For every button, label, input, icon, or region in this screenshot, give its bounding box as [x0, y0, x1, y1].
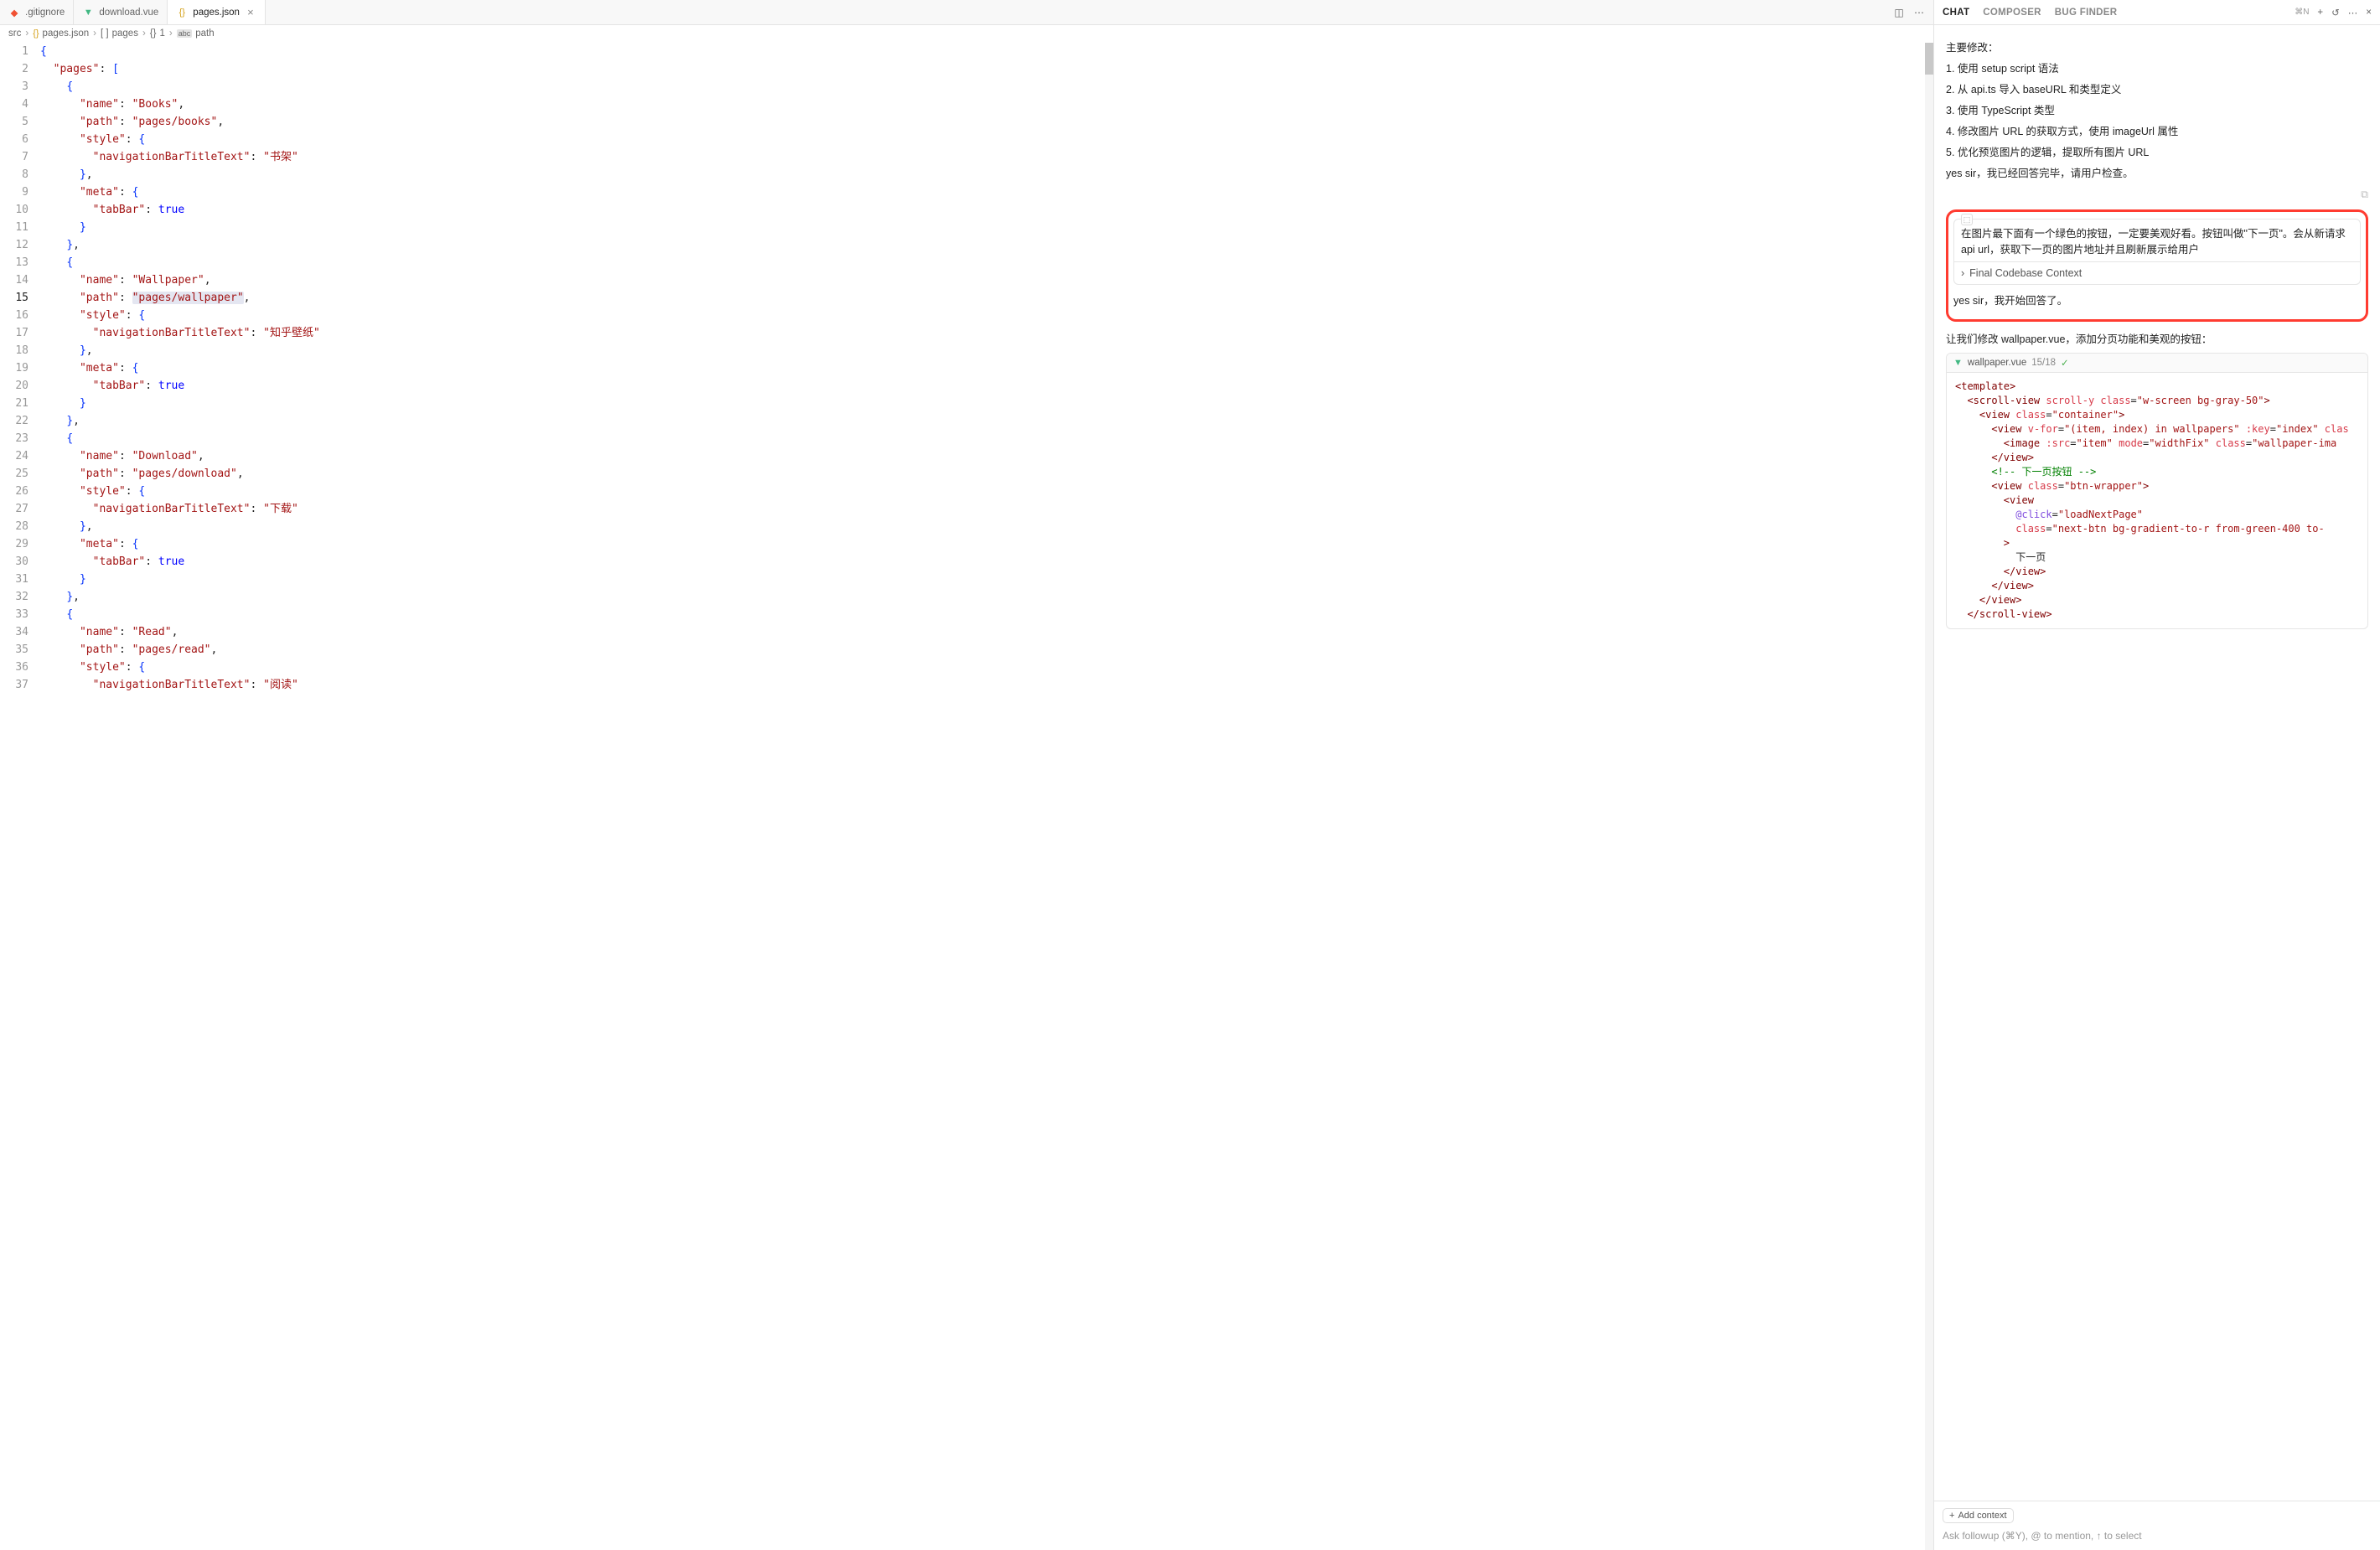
vue-icon: ▼ — [1953, 358, 1963, 368]
tab-download-vue[interactable]: ▼ download.vue — [74, 0, 168, 24]
chevron-right-icon: › — [169, 28, 173, 39]
tab-actions: ◫ ⋯ — [1893, 7, 1933, 18]
chat-tab-composer[interactable]: COMPOSER — [1983, 8, 2041, 18]
tab-label: pages.json — [193, 8, 240, 18]
tab-label: .gitignore — [25, 8, 65, 18]
chat-tabs: CHAT COMPOSER BUG FINDER — [1943, 8, 2117, 18]
chat-text: 5. 优化预览图片的逻辑，提取所有图片 URL — [1946, 143, 2368, 159]
code-block-diff: 15/18 — [2031, 358, 2056, 368]
copy-icon[interactable]: ⧉ — [2361, 189, 2368, 200]
plus-icon: + — [1949, 1511, 1954, 1521]
chat-text: 让我们修改 wallpaper.vue，添加分页功能和美观的按钮： — [1946, 330, 2368, 346]
plus-icon[interactable]: + — [2317, 8, 2323, 18]
chat-pane: CHAT COMPOSER BUG FINDER ⌘N + ↺ ⋯ × 主要修改… — [1934, 0, 2380, 1550]
chat-text: 1. 使用 setup script 语法 — [1946, 59, 2368, 75]
chevron-right-icon: › — [93, 28, 96, 39]
code-editor[interactable]: 1234567891011121314151617181920212223242… — [0, 43, 1933, 1550]
chat-text: yes sir，我已经回答完毕，请用户检查。 — [1946, 164, 2368, 180]
chat-header: CHAT COMPOSER BUG FINDER ⌘N + ↺ ⋯ × — [1934, 0, 2380, 25]
chat-tab-chat[interactable]: CHAT — [1943, 8, 1969, 18]
more-icon[interactable]: ⋯ — [1913, 7, 1925, 18]
chat-text: 2. 从 api.ts 导入 baseURL 和类型定义 — [1946, 80, 2368, 96]
tab-label: download.vue — [99, 8, 158, 18]
code-block-header: ▼ wallpaper.vue 15/18 ✓ — [1947, 354, 2367, 373]
code-content[interactable]: { "pages": [ { "name": "Books", "path": … — [40, 43, 1933, 1550]
user-message-text: 在图片最下面有一个绿色的按钮，一定要美观好看。按钮叫做"下一页"。会从新请求ap… — [1961, 228, 2346, 256]
json-icon: {} — [176, 7, 188, 18]
tab-bar: ◆ .gitignore ▼ download.vue {} pages.jso… — [0, 0, 1933, 25]
minimap-scrollbar[interactable] — [1925, 43, 1933, 1550]
chat-text: 主要修改： — [1946, 39, 2368, 54]
chat-text: yes sir，我开始回答了。 — [1953, 292, 2361, 307]
chevron-right-icon: › — [142, 28, 146, 39]
more-icon[interactable]: ⋯ — [2348, 7, 2358, 18]
breadcrumb-item[interactable]: src — [8, 28, 21, 39]
chat-tab-bugfinder[interactable]: BUG FINDER — [2055, 8, 2118, 18]
breadcrumb-item[interactable]: 1 — [159, 28, 164, 39]
vue-icon: ▼ — [82, 7, 94, 18]
shortcut-label: ⌘N — [2295, 8, 2309, 17]
line-gutter: 1234567891011121314151617181920212223242… — [0, 43, 40, 1550]
chevron-right-icon: › — [1961, 267, 1964, 279]
string-icon: abc — [177, 29, 193, 38]
breadcrumb-item[interactable]: path — [195, 28, 214, 39]
breadcrumb-item[interactable]: pages.json — [43, 28, 90, 39]
breadcrumb-item[interactable]: pages — [112, 28, 138, 39]
code-block: ▼ wallpaper.vue 15/18 ✓ <template> <scro… — [1946, 353, 2368, 629]
breadcrumb[interactable]: src › {} pages.json › [ ] pages › {} 1 ›… — [0, 25, 1933, 43]
chat-body[interactable]: 主要修改： 1. 使用 setup script 语法 2. 从 api.ts … — [1934, 25, 2380, 1501]
chat-input-area: + Add context Ask followup (⌘Y), @ to me… — [1934, 1501, 2380, 1550]
object-icon: {} — [150, 28, 157, 39]
code-block-filename: wallpaper.vue — [1968, 358, 2026, 368]
array-icon: [ ] — [101, 28, 109, 39]
user-message: ⬚ 在图片最下面有一个绿色的按钮，一定要美观好看。按钮叫做"下一页"。会从新请求… — [1953, 219, 2361, 262]
history-icon[interactable]: ↺ — [2331, 7, 2340, 18]
add-context-button[interactable]: + Add context — [1943, 1508, 2014, 1523]
add-context-label: Add context — [1958, 1511, 2006, 1521]
context-label: Final Codebase Context — [1969, 267, 2082, 279]
tab-pages-json[interactable]: {} pages.json × — [168, 0, 266, 24]
git-icon: ◆ — [8, 7, 20, 18]
code-block-body[interactable]: <template> <scroll-view scroll-y class="… — [1947, 373, 2367, 628]
close-icon[interactable]: × — [245, 6, 256, 18]
cursor-icon: ⬚ — [1961, 214, 1973, 225]
editor-pane: ◆ .gitignore ▼ download.vue {} pages.jso… — [0, 0, 1934, 1550]
chat-text: 4. 修改图片 URL 的获取方式，使用 imageUrl 属性 — [1946, 122, 2368, 138]
chat-text: 3. 使用 TypeScript 类型 — [1946, 101, 2368, 117]
context-expander[interactable]: › Final Codebase Context — [1953, 262, 2361, 285]
close-icon[interactable]: × — [2366, 8, 2372, 18]
highlighted-region: ⬚ 在图片最下面有一个绿色的按钮，一定要美观好看。按钮叫做"下一页"。会从新请求… — [1946, 209, 2368, 322]
split-editor-icon[interactable]: ◫ — [1893, 7, 1905, 18]
chevron-right-icon: › — [25, 28, 28, 39]
json-icon: {} — [33, 28, 39, 39]
check-icon: ✓ — [2061, 357, 2069, 369]
chat-header-actions: ⌘N + ↺ ⋯ × — [2295, 7, 2372, 18]
tab-gitignore[interactable]: ◆ .gitignore — [0, 0, 74, 24]
followup-input[interactable]: Ask followup (⌘Y), @ to mention, ↑ to se… — [1943, 1528, 2372, 1543]
